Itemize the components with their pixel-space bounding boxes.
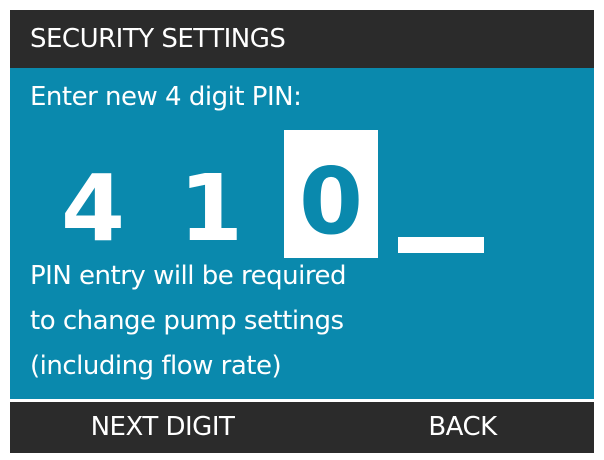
- info-line-2: to change pump settings: [30, 306, 344, 336]
- screen-title: SECURITY SETTINGS: [10, 10, 594, 68]
- info-line-3: (including flow rate): [30, 351, 282, 381]
- softkey-bar: NEXT DIGIT BACK: [10, 402, 594, 453]
- back-button[interactable]: BACK: [340, 402, 585, 453]
- pin-digit-1: 4: [60, 155, 125, 262]
- pin-digit-4-cursor: [398, 237, 484, 253]
- next-digit-button[interactable]: NEXT DIGIT: [40, 402, 285, 453]
- info-line-1: PIN entry will be required: [30, 261, 346, 291]
- pin-info-text: PIN entry will be required to change pum…: [30, 254, 346, 389]
- pump-display: SECURITY SETTINGS Enter new 4 digit PIN:…: [10, 10, 594, 453]
- pin-digit-3-selected[interactable]: 0: [284, 130, 378, 258]
- pin-digit-2: 1: [178, 155, 243, 262]
- pin-digits: 4 1 0: [10, 68, 594, 268]
- pin-entry-panel: Enter new 4 digit PIN: 4 1 0 PIN entry w…: [10, 68, 594, 399]
